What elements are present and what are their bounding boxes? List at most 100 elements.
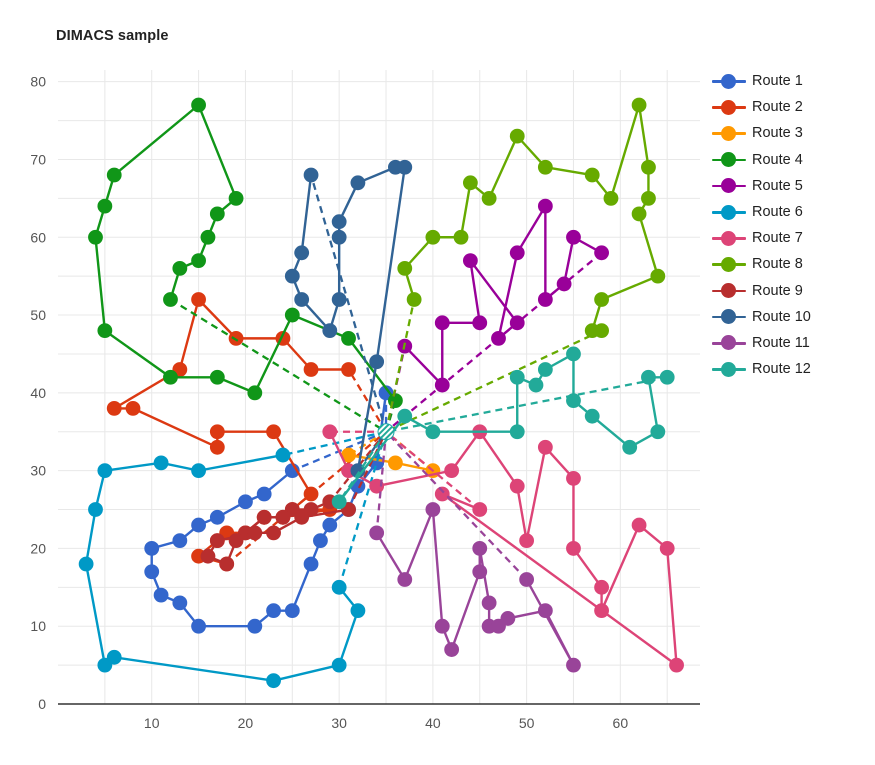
legend-item-route-12[interactable]: Route 12	[712, 356, 872, 382]
route-node-marker	[350, 175, 366, 191]
route-series	[200, 431, 388, 572]
route-node-marker	[453, 229, 469, 245]
route-node-marker	[528, 377, 544, 393]
route-node-marker	[228, 330, 244, 346]
route-node-marker	[238, 494, 253, 510]
svg-text:20: 20	[238, 715, 254, 731]
route-node-marker	[88, 502, 103, 517]
route-node-marker	[509, 315, 525, 331]
legend-swatch-icon	[712, 254, 746, 274]
route-node-marker	[594, 603, 609, 619]
route-node-marker	[284, 268, 300, 284]
route-node-marker	[500, 611, 516, 626]
route-node-marker	[97, 198, 113, 214]
legend-swatch-icon	[712, 228, 746, 248]
legend-item-label: Route 2	[752, 99, 803, 116]
legend-item-route-10[interactable]: Route 10	[712, 304, 872, 330]
legend-dot-icon	[721, 230, 736, 246]
route-node-marker	[641, 369, 656, 385]
route-node-marker	[266, 424, 281, 440]
route-node-marker	[341, 330, 356, 346]
route-node-marker	[331, 229, 347, 245]
route-node-marker	[519, 533, 535, 549]
route-node-marker	[209, 369, 225, 385]
route-node-marker	[434, 486, 450, 502]
legend-swatch-icon	[712, 281, 746, 301]
legend-swatch-icon	[712, 71, 746, 91]
legend-item-route-11[interactable]: Route 11	[712, 330, 872, 356]
legend-dot-icon	[721, 99, 736, 115]
route-node-marker	[397, 260, 413, 276]
route-node-marker	[97, 463, 113, 479]
route-node-marker	[266, 673, 281, 689]
legend-item-label: Route 10	[752, 308, 811, 325]
route-node-marker	[350, 603, 366, 619]
route-node-marker	[566, 657, 581, 673]
route-node-marker	[200, 548, 216, 564]
route-node-marker	[163, 369, 178, 385]
route-node-marker	[209, 206, 225, 222]
legend-swatch-icon	[712, 150, 746, 170]
legend-item-route-9[interactable]: Route 9	[712, 278, 872, 304]
legend-dot-icon	[721, 283, 736, 299]
route-node-marker	[78, 556, 94, 572]
legend-item-route-5[interactable]: Route 5	[712, 173, 872, 199]
route-node-marker	[594, 579, 609, 595]
svg-text:30: 30	[30, 463, 46, 479]
route-node-marker	[566, 346, 581, 362]
route-node-marker	[191, 292, 206, 307]
route-node-marker	[294, 292, 310, 307]
legend-item-label: Route 9	[752, 282, 803, 299]
route-node-marker	[566, 471, 581, 486]
route-node-marker	[425, 502, 441, 517]
legend-swatch-icon	[712, 359, 746, 379]
svg-text:10: 10	[144, 715, 160, 731]
route-node-marker	[631, 206, 647, 222]
route-node-marker	[191, 618, 206, 634]
route-node-marker	[256, 486, 272, 502]
legend-item-route-6[interactable]: Route 6	[712, 199, 872, 225]
depot-icon	[377, 423, 395, 441]
legend-item-route-4[interactable]: Route 4	[712, 147, 872, 173]
legend-item-route-8[interactable]: Route 8	[712, 251, 872, 277]
route-node-marker	[97, 323, 113, 339]
route-node-marker	[584, 167, 600, 183]
route-node-marker	[659, 541, 675, 556]
legend-item-route-7[interactable]: Route 7	[712, 225, 872, 251]
route-node-marker	[594, 323, 609, 339]
route-node-marker	[509, 128, 525, 144]
route-node-marker	[434, 618, 450, 634]
route-node-marker	[172, 533, 188, 549]
chart-legend: Route 1 Route 2 Route 3 Route 4 Route 5 Route…	[712, 68, 872, 382]
svg-text:40: 40	[30, 385, 46, 401]
svg-text:70: 70	[30, 151, 46, 167]
route-node-marker	[509, 369, 525, 385]
route-node-marker	[631, 517, 647, 533]
svg-text:60: 60	[613, 715, 629, 731]
legend-dot-icon	[721, 309, 736, 325]
route-node-marker	[331, 214, 347, 230]
legend-item-route-2[interactable]: Route 2	[712, 94, 872, 120]
route-node-marker	[472, 502, 488, 517]
legend-swatch-icon	[712, 123, 746, 143]
route-node-marker	[191, 463, 206, 479]
legend-item-route-1[interactable]: Route 1	[712, 68, 872, 94]
route-node-marker	[144, 564, 160, 580]
route-node-marker	[209, 439, 225, 455]
route-node-marker	[472, 315, 488, 331]
route-node-marker	[537, 439, 553, 455]
route-node-marker	[88, 229, 103, 245]
route-node-marker	[303, 362, 319, 377]
route-node-marker	[397, 159, 413, 175]
route-node-marker	[209, 533, 225, 549]
route-node-marker	[219, 556, 235, 572]
route-node-marker	[284, 307, 300, 323]
route-node-marker	[462, 175, 478, 191]
route-node-marker	[406, 292, 422, 307]
legend-dot-icon	[721, 125, 736, 141]
route-node-marker	[303, 486, 319, 502]
route-node-marker	[641, 159, 656, 175]
svg-text:30: 30	[331, 715, 347, 731]
route-node-marker	[322, 323, 338, 339]
legend-item-route-3[interactable]: Route 3	[712, 120, 872, 146]
